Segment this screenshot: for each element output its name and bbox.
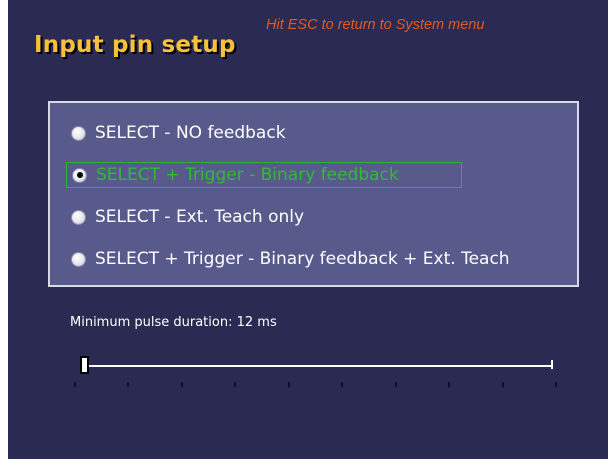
setup-screen: Input pin setup Hit ESC to return to Sys… <box>8 0 608 459</box>
page-title: Input pin setup <box>34 32 236 58</box>
slider-tick <box>234 382 236 387</box>
slider-thumb[interactable] <box>80 356 89 374</box>
radio-button-icon[interactable] <box>72 126 85 140</box>
slider-tick <box>448 382 450 387</box>
slider-tick <box>502 382 504 387</box>
slider-tick <box>74 382 76 387</box>
slider-track-end <box>551 360 553 369</box>
radio-button-icon[interactable] <box>72 252 85 266</box>
option-no-feedback[interactable]: SELECT - NO feedback <box>66 120 546 146</box>
option-label: SELECT - NO feedback <box>95 123 286 143</box>
option-label: SELECT - Ext. Teach only <box>95 207 305 227</box>
slider-tick <box>555 382 557 387</box>
feedback-mode-panel: SELECT - NO feedback SELECT + Trigger - … <box>48 101 579 287</box>
pulse-duration-label: Minimum pulse duration: 12 ms <box>70 315 277 330</box>
esc-hint: Hit ESC to return to System menu <box>266 17 485 33</box>
radio-button-icon[interactable] <box>72 210 85 224</box>
slider-track[interactable] <box>84 365 552 367</box>
option-label: SELECT + Trigger - Binary feedback <box>96 165 399 185</box>
option-label: SELECT + Trigger - Binary feedback + Ext… <box>95 249 510 269</box>
slider-tick <box>341 382 343 387</box>
option-trigger-binary-feedback[interactable]: SELECT + Trigger - Binary feedback <box>66 162 462 188</box>
pulse-duration-value: 12 ms <box>236 315 277 330</box>
pulse-duration-caption: Minimum pulse duration: <box>70 315 233 330</box>
pulse-duration-slider[interactable] <box>68 346 568 396</box>
option-trigger-binary-ext-teach[interactable]: SELECT + Trigger - Binary feedback + Ext… <box>66 246 566 272</box>
slider-tick <box>181 382 183 387</box>
radio-button-checked-icon[interactable] <box>73 168 86 182</box>
slider-tick <box>395 382 397 387</box>
slider-tick <box>127 382 129 387</box>
option-ext-teach-only[interactable]: SELECT - Ext. Teach only <box>66 204 546 230</box>
slider-tick <box>288 382 290 387</box>
